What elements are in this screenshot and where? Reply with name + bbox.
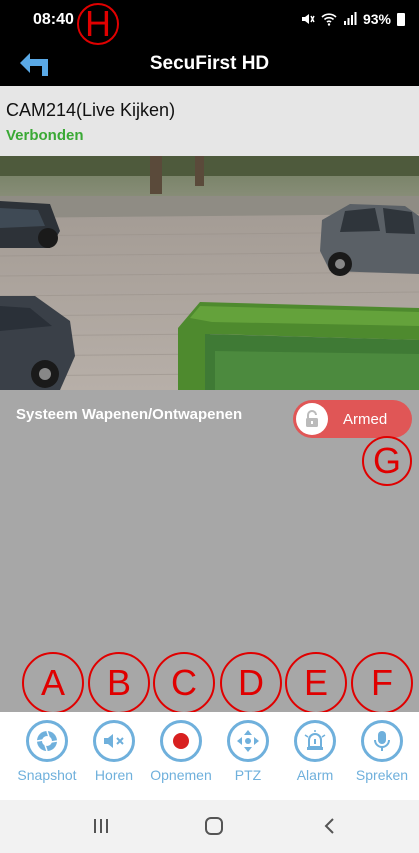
record-label: Opnemen [150,767,212,783]
battery-percent: 93% [362,11,391,27]
ptz-arrows-icon [227,720,269,762]
camera-info: CAM214(Live Kijken) Verbonden [0,86,419,156]
video-frame [0,156,419,390]
live-video-feed[interactable] [0,156,419,390]
annotation-marker-a: A [22,652,84,714]
system-nav-bar [0,800,419,853]
record-button[interactable]: Opnemen [146,720,216,783]
microphone-icon [361,720,403,762]
action-toolbar: Snapshot Horen Opnemen PTZ Alarm Spreken [0,712,419,800]
annotation-marker-h: H [77,3,119,45]
annotation-marker-f: F [351,652,413,714]
connection-status: Verbonden [6,127,84,144]
record-icon [160,720,202,762]
mute-icon [301,14,315,24]
listen-button[interactable]: Horen [79,720,149,783]
alarm-siren-icon [294,720,336,762]
annotation-marker-e: E [285,652,347,714]
wifi-icon [321,13,337,26]
ptz-label: PTZ [234,767,262,783]
ptz-button[interactable]: PTZ [213,720,283,783]
app-title: SecuFirst HD [149,53,270,74]
annotation-marker-g: G [362,436,412,486]
annotation-marker-d: D [220,652,282,714]
battery-icon [397,12,405,26]
recent-apps-icon[interactable] [91,816,111,836]
alarm-label: Alarm [296,767,334,783]
status-icons: 93% [301,11,405,27]
status-bar: 08:40 93% [0,0,419,40]
toggle-state-label: Armed [343,411,388,428]
speak-label: Spreken [355,767,409,783]
status-time: 08:40 [33,11,74,28]
speak-button[interactable]: Spreken [347,720,417,783]
camera-title: CAM214(Live Kijken) [6,100,176,120]
annotation-marker-c: C [153,652,215,714]
back-nav-icon[interactable] [320,816,340,836]
camera-shutter-icon [26,720,68,762]
signal-icon [343,12,357,25]
home-icon[interactable] [203,816,225,836]
snapshot-label: Snapshot [17,767,77,783]
speaker-muted-icon [93,720,135,762]
alarm-button[interactable]: Alarm [280,720,350,783]
snapshot-button[interactable]: Snapshot [12,720,82,783]
arm-disarm-label: Systeem Wapenen/Ontwapenen [16,406,243,423]
annotation-marker-b: B [88,652,150,714]
arm-toggle[interactable]: Armed [293,400,412,438]
unlock-icon [306,410,318,427]
listen-label: Horen [94,767,134,783]
app-bar: SecuFirst HD [0,40,419,86]
toggle-knob[interactable] [296,403,328,435]
